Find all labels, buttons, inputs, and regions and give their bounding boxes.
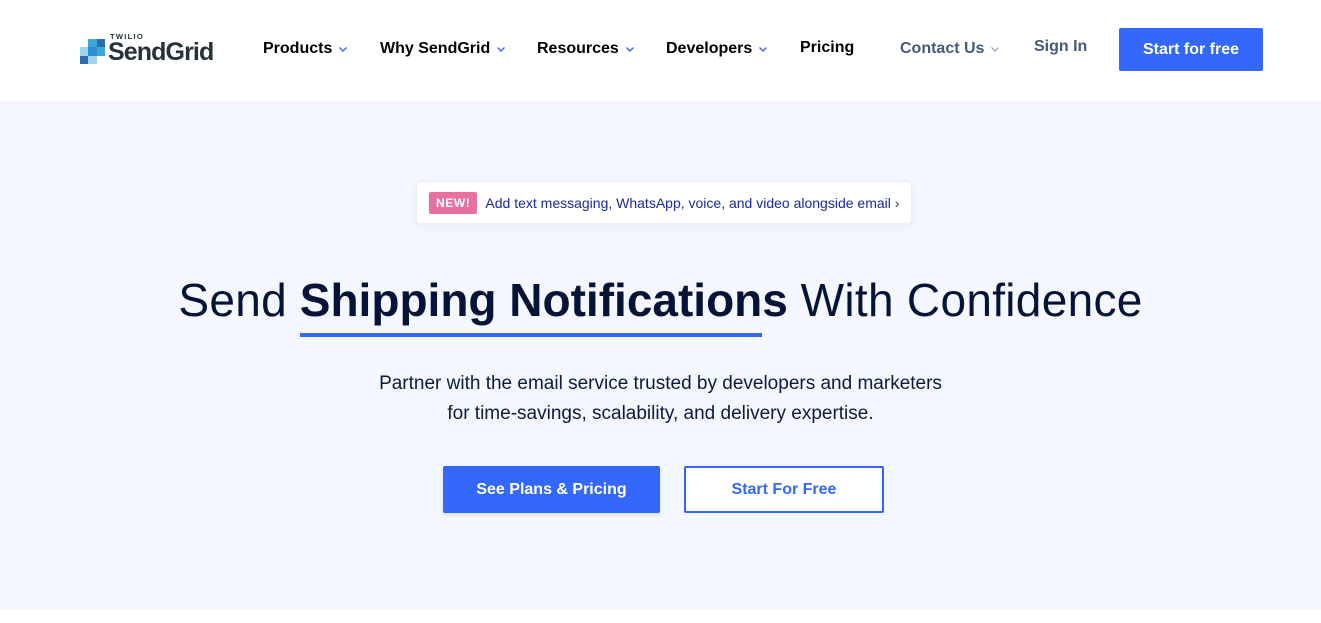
nav-contact-us[interactable]: Contact Us: [900, 38, 1000, 60]
nav-label: Contact Us: [900, 40, 985, 57]
start-for-free-hero-button[interactable]: Start For Free: [684, 466, 884, 513]
nav-label: Developers: [666, 40, 753, 57]
headline-underline: [299, 333, 762, 337]
chevron-down-icon: [338, 44, 348, 54]
chevron-down-icon: [990, 44, 1000, 54]
chevron-down-icon: [625, 44, 635, 54]
logo-brand-text: SendGrid: [108, 38, 214, 66]
subtitle-line-1: Partner with the email service trusted b…: [379, 373, 942, 394]
chevron-down-icon: [758, 44, 768, 54]
sign-in-link[interactable]: Sign In: [1034, 38, 1087, 56]
nav-resources[interactable]: Resources: [537, 38, 635, 60]
new-badge: NEW!: [429, 191, 478, 214]
nav-label: Why SendGrid: [380, 40, 491, 57]
nav-label: Pricing: [800, 39, 855, 56]
nav-label: Products: [263, 40, 333, 57]
nav-products[interactable]: Products: [263, 38, 348, 60]
nav-label: Resources: [537, 40, 619, 57]
hero-headline: Send Shipping Notifications With Confide…: [0, 269, 1321, 337]
hero-section: NEW! Add text messaging, WhatsApp, voice…: [0, 101, 1321, 609]
announcement-text: Add text messaging, WhatsApp, voice, and…: [485, 194, 900, 211]
headline-suffix: With Confidence: [800, 274, 1143, 326]
announcement-banner[interactable]: NEW! Add text messaging, WhatsApp, voice…: [416, 181, 912, 224]
sendgrid-logo[interactable]: TWILIO SendGrid: [80, 32, 230, 68]
nav-pricing[interactable]: Pricing: [800, 37, 854, 59]
nav-why-sendgrid[interactable]: Why SendGrid: [380, 38, 506, 60]
start-for-free-button[interactable]: Start for free: [1119, 28, 1263, 71]
nav-developers[interactable]: Developers: [666, 38, 768, 60]
chevron-down-icon: [496, 44, 506, 54]
sendgrid-logo-icon: [80, 39, 105, 64]
headline-prefix: Send: [178, 274, 287, 326]
subtitle-line-2: for time-savings, scalability, and deliv…: [447, 403, 874, 424]
headline-highlight-text: Shipping Notifications: [299, 274, 788, 326]
site-header: TWILIO SendGrid Products Why SendGrid Re…: [0, 0, 1321, 101]
see-plans-pricing-button[interactable]: See Plans & Pricing: [443, 466, 660, 513]
hero-subtitle: Partner with the email service trusted b…: [0, 369, 1321, 429]
headline-highlight: Shipping Notifications: [299, 269, 788, 337]
